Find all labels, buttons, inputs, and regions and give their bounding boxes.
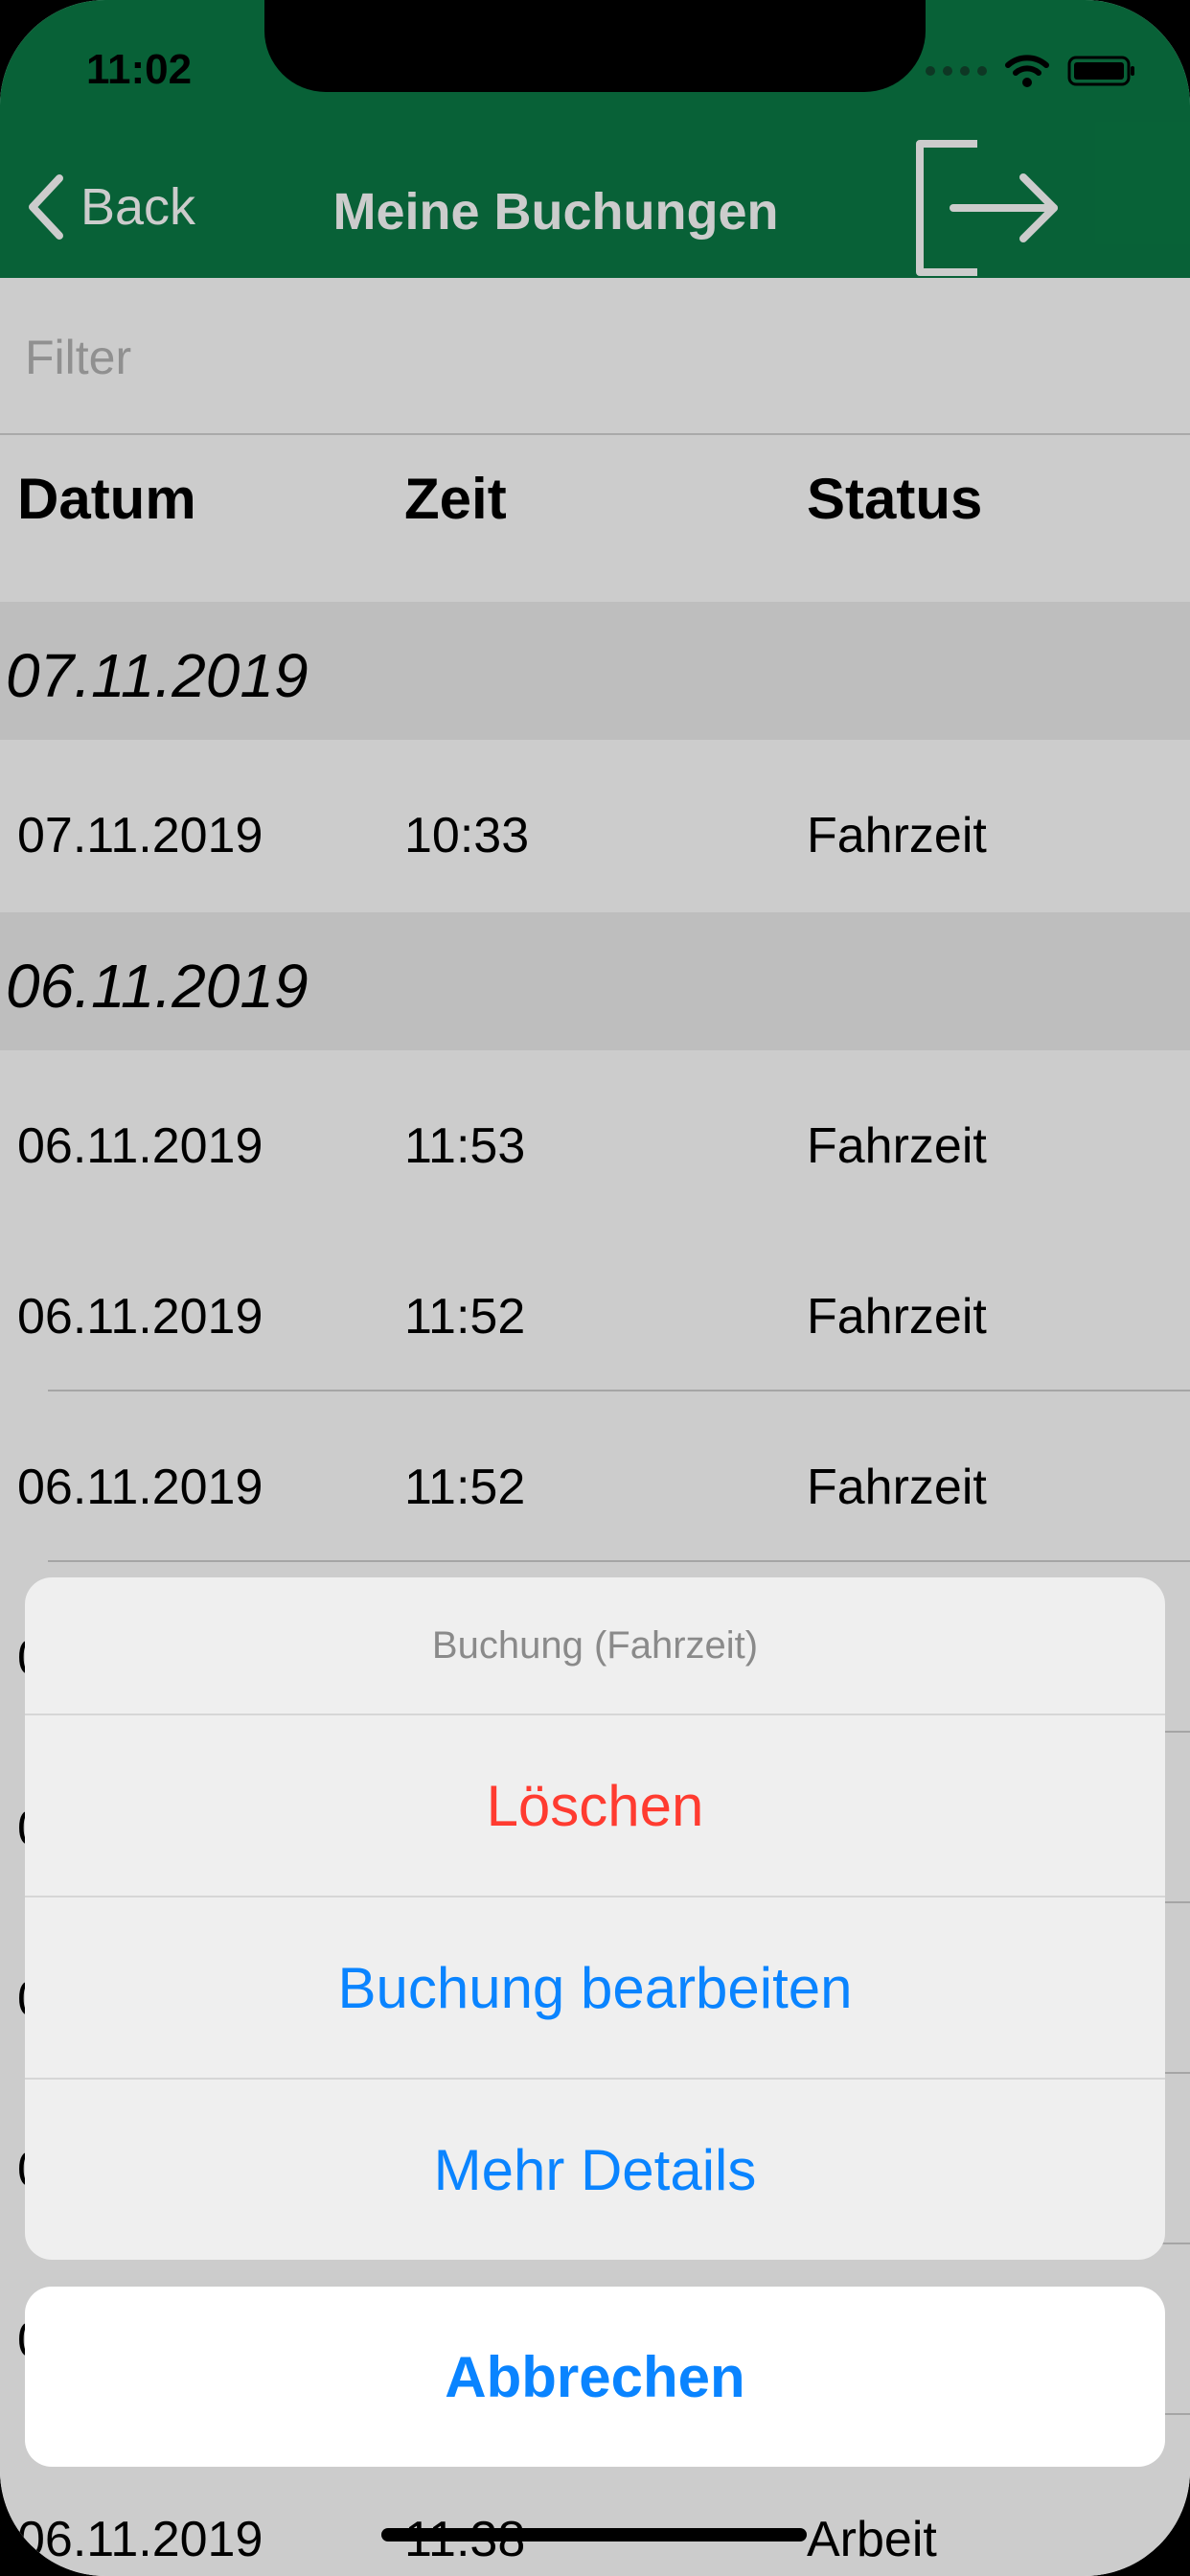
delete-button[interactable]: Löschen — [25, 1715, 1165, 1898]
more-details-button[interactable]: Mehr Details — [25, 2080, 1165, 2260]
app-screen: 11:02 Back Meine Buchungen Filter Datum … — [0, 0, 1190, 2576]
edit-booking-button[interactable]: Buchung bearbeiten — [25, 1898, 1165, 2080]
home-indicator[interactable] — [381, 2528, 807, 2542]
action-sheet-title: Buchung (Fahrzeit) — [25, 1577, 1165, 1715]
cancel-button[interactable]: Abbrechen — [25, 2287, 1165, 2467]
action-sheet: Buchung (Fahrzeit) Löschen Buchung bearb… — [25, 1577, 1165, 2260]
